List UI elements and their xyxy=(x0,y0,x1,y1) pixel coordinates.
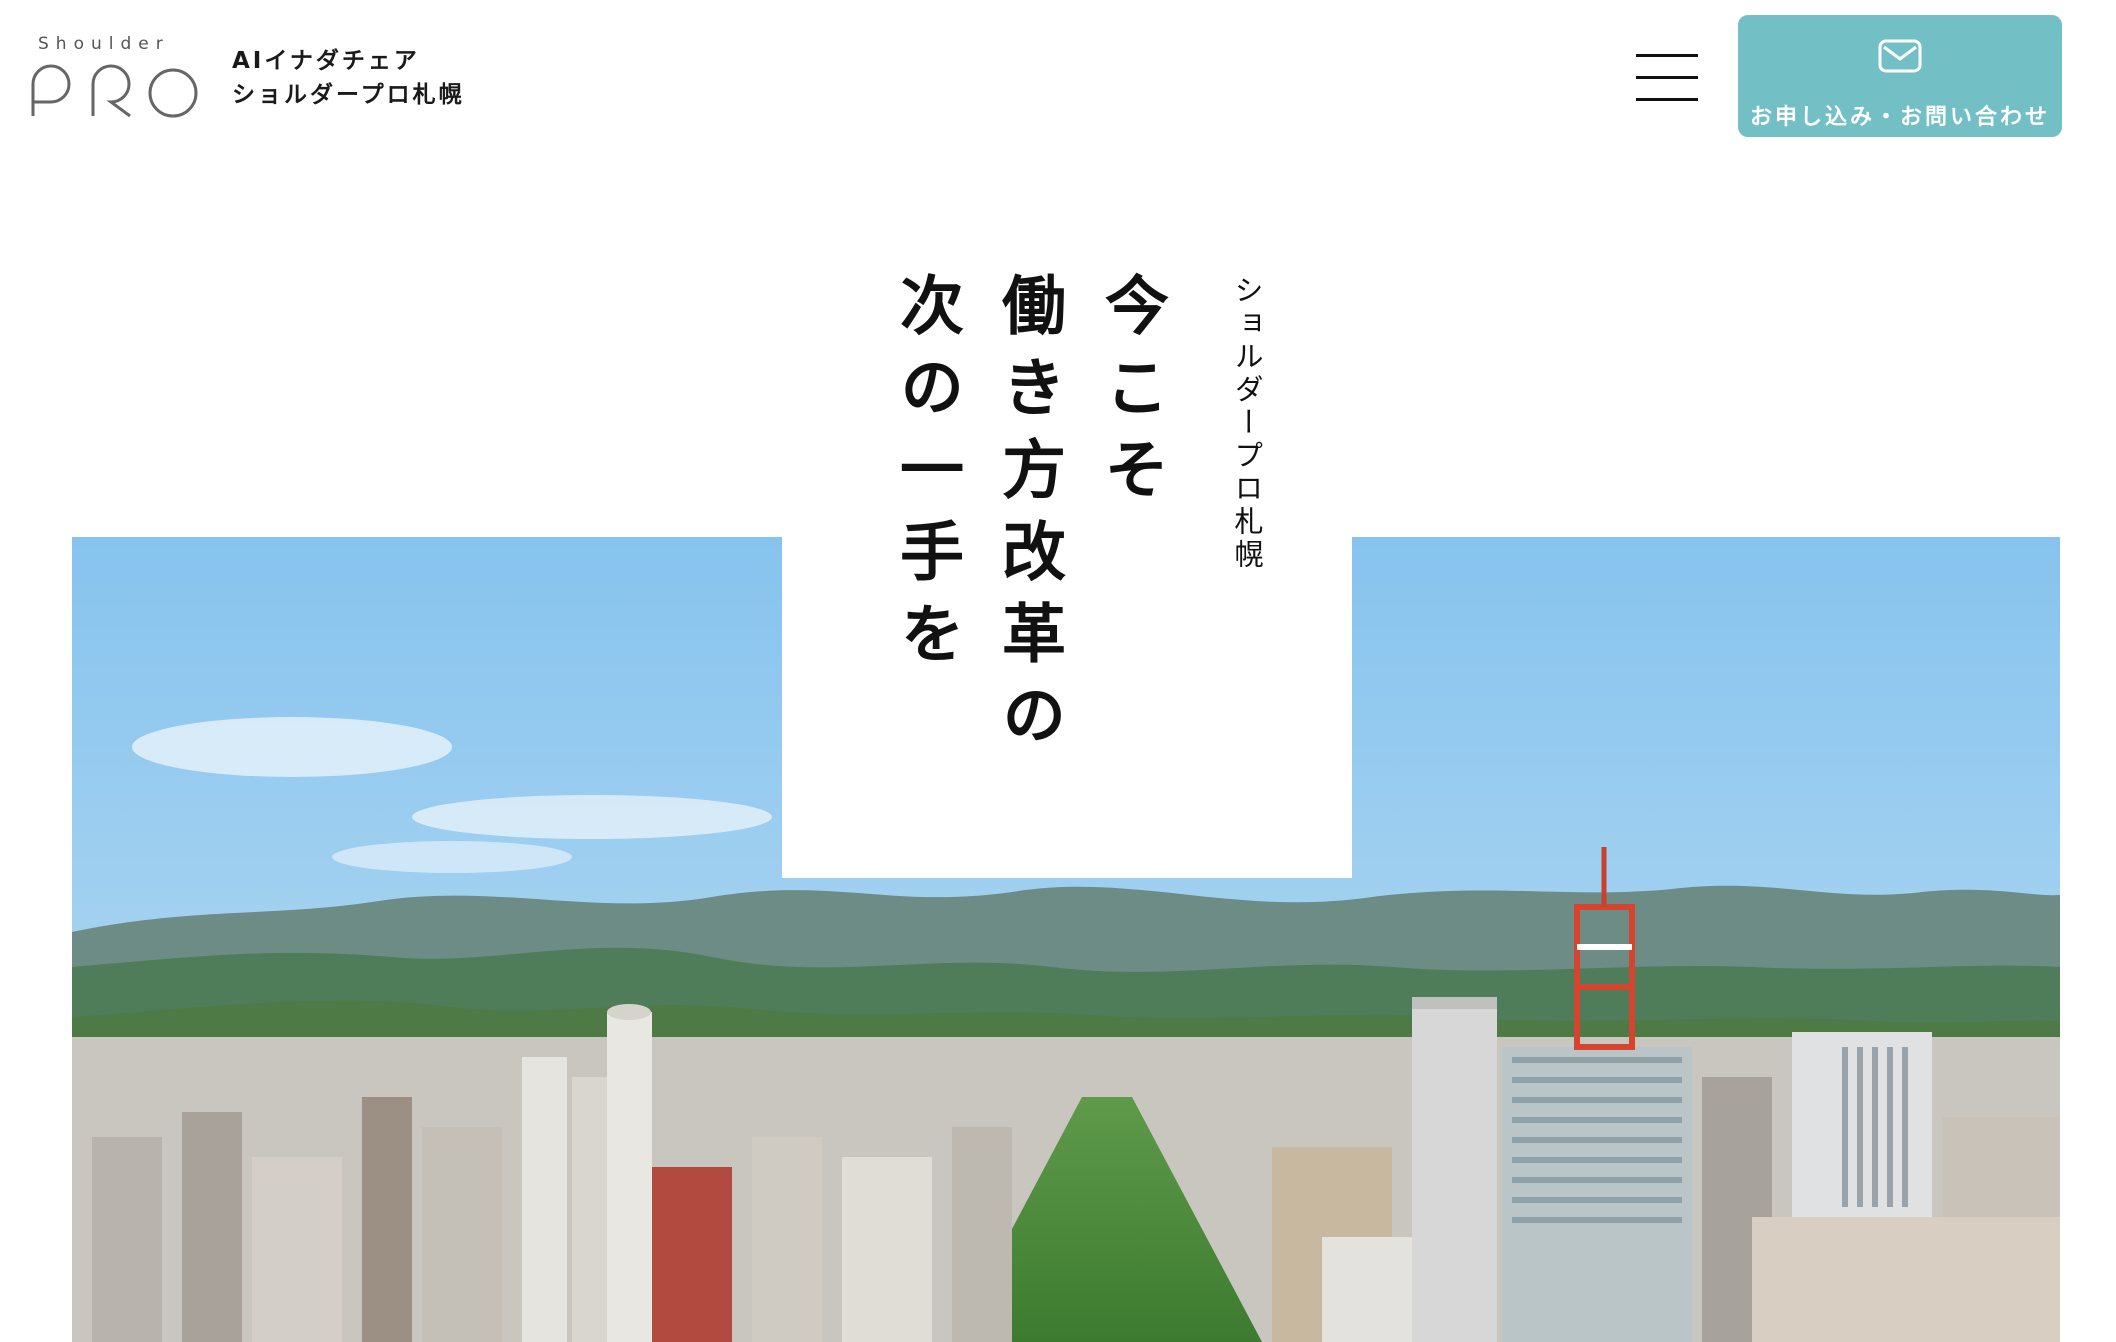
logo[interactable]: Shoulder xyxy=(30,34,205,120)
mail-icon xyxy=(1878,39,1922,73)
site-name: AIイナダチェア ショルダープロ札幌 xyxy=(232,44,465,112)
logo-pro-mark xyxy=(31,64,198,118)
hero-headline-col-2: 働き方改革の xyxy=(991,272,1066,764)
contact-button[interactable]: お申し込み・お問い合わせ xyxy=(1738,15,2062,137)
menu-bar xyxy=(1636,54,1698,57)
contact-button-label: お申し込み・お問い合わせ xyxy=(1749,105,2050,130)
hero-headline-col-3: 次の一手を xyxy=(889,272,964,682)
site-name-line1: AIイナダチェア xyxy=(232,48,420,74)
hamburger-menu-icon[interactable] xyxy=(1636,52,1700,104)
menu-bar xyxy=(1636,98,1698,101)
menu-bar xyxy=(1636,76,1698,79)
logo-small-text: Shoulder xyxy=(38,34,170,54)
hero-subtitle: ショルダープロ札幌 xyxy=(1230,275,1264,572)
hero-headline-col-1: 今こそ xyxy=(1094,272,1169,518)
site-name-line2: ショルダープロ札幌 xyxy=(232,82,465,108)
